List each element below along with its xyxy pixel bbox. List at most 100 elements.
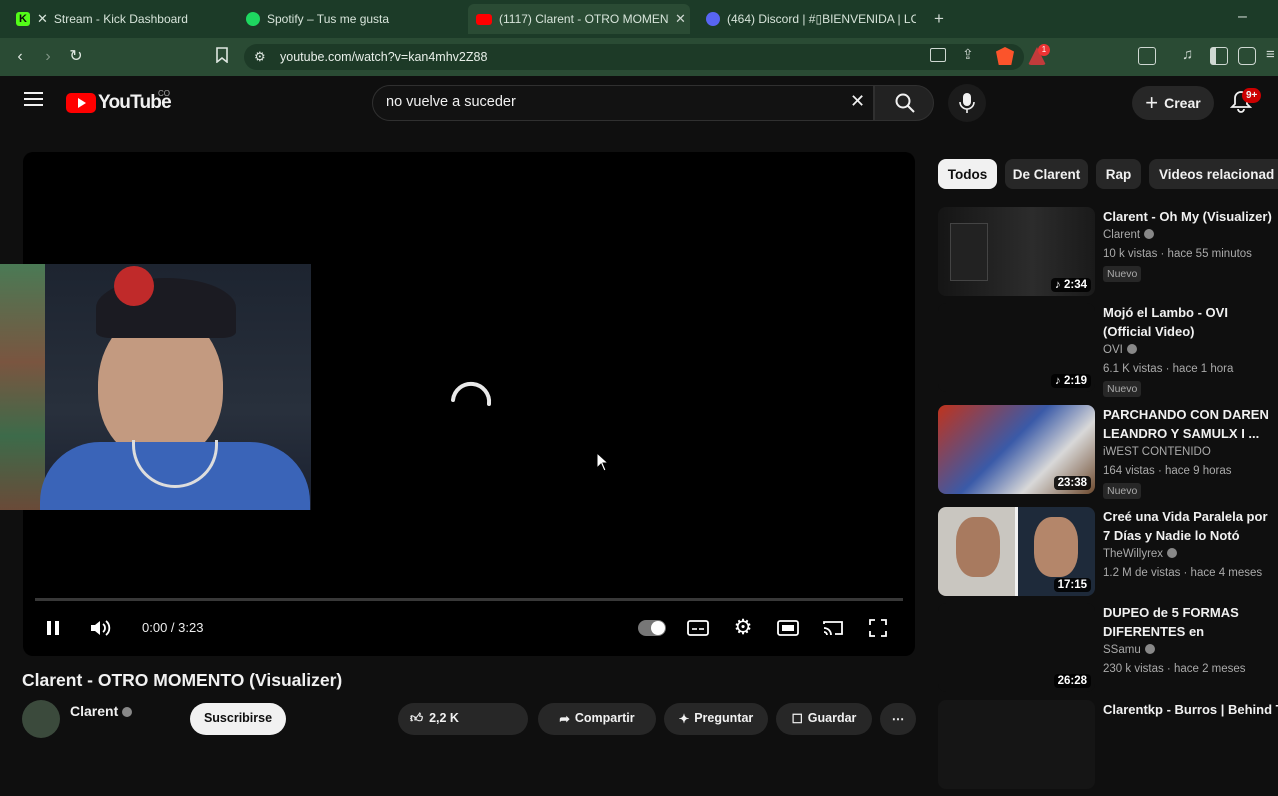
tab-youtube-active[interactable]: (1117) Clarent - OTRO MOMENT ✕ bbox=[468, 4, 690, 34]
verified-icon bbox=[1144, 229, 1155, 239]
subtitles-icon bbox=[687, 620, 709, 636]
save-button[interactable]: ☐ Guardar bbox=[776, 703, 872, 735]
music-note-icon: ♪ bbox=[1055, 375, 1064, 387]
channel-name[interactable]: Clarent bbox=[70, 703, 133, 719]
recommendation-item[interactable]: Clarentkp - Burros | Behind Th bbox=[938, 700, 1278, 796]
recommendation-item[interactable]: 26:28 DUPEO de 5 FORMAS DIFERENTES en DI… bbox=[938, 603, 1278, 699]
tab-discord[interactable]: (464) Discord | #▯BIENVENIDA | LO bbox=[706, 6, 916, 32]
back-icon[interactable]: ‹ bbox=[10, 47, 30, 67]
new-badge: Nuevo bbox=[1103, 483, 1142, 499]
youtube-logo-icon[interactable] bbox=[66, 93, 96, 113]
tab-label: (1117) Clarent - OTRO MOMENT bbox=[499, 12, 669, 26]
search-input[interactable]: no vuelve a suceder bbox=[386, 94, 516, 110]
tab-label: Spotify – Tus me gusta bbox=[267, 12, 390, 26]
pause-button[interactable] bbox=[40, 616, 66, 640]
curtain-left bbox=[0, 264, 45, 510]
chip-all[interactable]: Todos bbox=[938, 159, 997, 189]
album-art bbox=[950, 223, 988, 281]
tab-spotify[interactable]: Spotify – Tus me gusta bbox=[246, 6, 456, 32]
volume-button[interactable] bbox=[88, 616, 114, 640]
video-thumbnail[interactable]: ♪ 2:19 bbox=[938, 303, 1095, 392]
notification-count-badge: 9+ bbox=[1242, 88, 1262, 103]
subtitles-button[interactable] bbox=[685, 616, 711, 640]
video-thumbnail[interactable] bbox=[938, 700, 1095, 789]
like-dislike-group[interactable]: 👍︎ 2,2 K bbox=[398, 703, 528, 735]
fullscreen-button[interactable] bbox=[865, 616, 891, 640]
channel-name: TheWillyrex bbox=[1103, 548, 1178, 560]
share-icon[interactable]: ⇪ bbox=[962, 46, 974, 63]
cast-button[interactable] bbox=[820, 616, 846, 640]
verified-icon bbox=[1167, 548, 1178, 558]
video-title: Mojó el Lambo - OVI (Official Video) bbox=[1103, 305, 1228, 339]
share-button[interactable]: ➦ Compartir bbox=[538, 703, 656, 735]
autoplay-toggle[interactable] bbox=[638, 620, 666, 636]
fullscreen-icon bbox=[869, 619, 887, 637]
recommendation-item[interactable]: 17:15 Creé una Vida Paralela por 7 Días … bbox=[938, 507, 1278, 603]
youtube-icon bbox=[476, 13, 492, 25]
video-thumbnail[interactable]: 26:28 bbox=[938, 603, 1095, 692]
channel-name: OVI bbox=[1103, 344, 1137, 356]
clear-search-icon[interactable]: ✕ bbox=[850, 91, 865, 112]
more-actions-button[interactable]: ⋯ bbox=[880, 703, 916, 735]
gear-icon: ⚙ bbox=[733, 616, 753, 639]
site-info-icon[interactable]: ⚙ bbox=[254, 49, 266, 65]
sidebar-icon[interactable] bbox=[1210, 47, 1228, 65]
forward-icon[interactable]: › bbox=[38, 47, 58, 67]
video-thumbnail[interactable]: 17:15 bbox=[938, 507, 1095, 596]
wallet-icon[interactable] bbox=[1138, 47, 1156, 65]
url-text: youtube.com/watch?v=kan4mhv2Z88 bbox=[280, 50, 488, 64]
close-tab-icon[interactable]: ✕ bbox=[675, 11, 686, 27]
chip-related[interactable]: Videos relacionad bbox=[1149, 159, 1278, 189]
verified-icon bbox=[1144, 644, 1155, 654]
progress-bar[interactable] bbox=[35, 598, 903, 601]
video-stats: 1.2 M de vistas · hace 4 meses bbox=[1103, 567, 1263, 579]
profile-icon[interactable] bbox=[1238, 47, 1256, 65]
video-title: Creé una Vida Paralela por 7 Días y Nadi… bbox=[1103, 509, 1268, 543]
video-title: PARCHANDO CON DAREN LEANDRO Y SAMULX I .… bbox=[1103, 407, 1269, 441]
recommendation-item[interactable]: ♪ 2:19 Mojó el Lambo - OVI (Official Vid… bbox=[938, 303, 1278, 399]
microphone-icon bbox=[959, 93, 975, 113]
music-icon[interactable]: ♫ bbox=[1182, 46, 1193, 63]
tab-kick[interactable]: K ✕ Stream - Kick Dashboard bbox=[16, 6, 226, 32]
more-icon: ⋯ bbox=[891, 712, 905, 726]
search-button[interactable] bbox=[874, 85, 934, 121]
create-button[interactable]: + Crear bbox=[1132, 86, 1214, 120]
chip-rap[interactable]: Rap bbox=[1096, 159, 1141, 189]
verified-icon bbox=[122, 707, 133, 717]
video-stats: 164 vistas · hace 9 horas bbox=[1103, 465, 1232, 477]
video-duration: 26:28 bbox=[1053, 674, 1091, 688]
recommendation-item[interactable]: 23:38 PARCHANDO CON DAREN LEANDRO Y SAMU… bbox=[938, 405, 1278, 501]
channel-name: iWEST CONTENIDO bbox=[1103, 446, 1211, 458]
mute-icon: ✕ bbox=[37, 11, 48, 26]
menu-icon[interactable]: ≡ bbox=[1266, 46, 1275, 63]
install-app-icon[interactable] bbox=[930, 48, 946, 62]
channel-avatar[interactable] bbox=[22, 700, 60, 738]
tab-label: (464) Discord | #▯BIENVENIDA | LO bbox=[727, 12, 916, 26]
cap-red-patch bbox=[114, 266, 154, 306]
country-code: CO bbox=[158, 89, 170, 98]
chip-from-channel[interactable]: De Clarent bbox=[1005, 159, 1088, 189]
channel-name-text: Clarent bbox=[70, 703, 119, 719]
person-left bbox=[956, 517, 1000, 577]
recommendation-item[interactable]: ♪ 2:34 Clarent - Oh My (Visualizer) Clar… bbox=[938, 207, 1278, 303]
discord-icon bbox=[706, 12, 720, 26]
pause-icon bbox=[47, 621, 59, 635]
subscribe-button[interactable]: Suscribirse bbox=[190, 703, 286, 735]
video-thumbnail[interactable]: 23:38 bbox=[938, 405, 1095, 494]
reload-icon[interactable]: ↻ bbox=[66, 47, 86, 67]
bookmark-icon[interactable] bbox=[212, 47, 232, 67]
thumbs-up-icon: 👍︎ bbox=[410, 711, 424, 725]
video-title: Clarent - Oh My (Visualizer) bbox=[1103, 209, 1272, 224]
new-badge: Nuevo bbox=[1103, 266, 1142, 282]
video-stats: 230 k vistas · hace 2 meses bbox=[1103, 663, 1246, 675]
voice-search-button[interactable] bbox=[948, 84, 986, 122]
settings-button[interactable]: ⚙ bbox=[730, 616, 756, 640]
new-tab-icon[interactable]: + bbox=[934, 9, 944, 29]
channel-name: SSamu bbox=[1103, 644, 1155, 656]
ask-button[interactable]: ✦ Preguntar bbox=[664, 703, 768, 735]
webcam-overlay bbox=[0, 264, 311, 510]
minimize-icon[interactable]: – bbox=[1238, 8, 1247, 26]
video-thumbnail[interactable]: ♪ 2:34 bbox=[938, 207, 1095, 296]
guide-menu-icon[interactable] bbox=[24, 92, 43, 106]
theater-mode-button[interactable] bbox=[775, 616, 801, 640]
